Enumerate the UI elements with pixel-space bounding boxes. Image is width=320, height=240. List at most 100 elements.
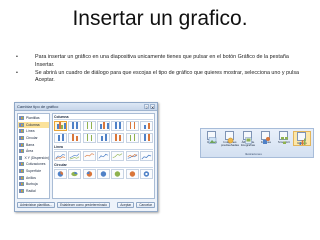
chart-thumbnail[interactable] [82,121,96,131]
bullet-marker: • [16,54,18,60]
chart-thumbnail[interactable] [125,150,139,161]
category-item-templates[interactable]: Plantillas [18,115,49,122]
ribbon-shapes-button[interactable]: Formas [257,131,275,144]
chart-thumbnail[interactable] [54,168,67,179]
category-label: Área [26,149,34,154]
chart-thumbnail[interactable] [97,168,110,179]
chart-icon [297,132,307,145]
column-chart-icon [19,122,24,127]
help-button[interactable]: ? [144,104,149,110]
clipart-icon [225,131,235,144]
bullet-text: Para insertar un gráfico en una diaposit… [35,54,289,68]
category-item-stock[interactable]: Cotizaciones [18,161,49,168]
category-label: Barra [26,142,35,147]
chart-thumbnail[interactable] [140,150,153,161]
chart-thumbnail[interactable] [111,168,125,179]
category-item-column[interactable]: Columna [18,121,49,129]
slide-title: Insertar un grafico. [72,7,248,30]
bullet-marker: • [16,69,18,76]
bubble-chart-icon [19,182,24,187]
category-label: Radial [26,188,36,193]
chart-thumbnail[interactable] [82,150,96,161]
close-button[interactable]: ✕ [150,104,155,110]
ok-button[interactable]: Aceptar [117,202,135,208]
line-chart-icon [19,129,24,134]
chart-type-gallery: Columna Línea Circular [52,113,155,199]
folder-icon [19,116,24,121]
category-item-pie[interactable]: Circular [18,135,49,142]
cancel-button[interactable]: Cancelar [136,202,155,208]
chart-thumbnail[interactable] [125,121,139,131]
chart-thumbnail[interactable] [68,132,82,143]
doughnut-chart-icon [19,175,24,180]
change-chart-type-dialog: Cambiar tipo de gráfico ? ✕ Plantillas C… [14,102,158,212]
category-label: Línea [26,129,35,134]
chart-thumbnail[interactable] [125,132,139,143]
pie-chart-icon [19,136,24,141]
surface-chart-icon [19,169,24,174]
category-label: Plantillas [26,116,40,121]
bullet-item: • Para insertar un gráfico en una diapos… [16,54,304,69]
ribbon-illustrations-group: Imagen Imágenes prediseñadas Álbum de fo… [200,128,314,158]
dialog-title: Cambiar tipo de gráfico [17,103,59,109]
chart-thumbnail[interactable] [68,121,82,131]
chart-thumbnail[interactable] [111,132,125,143]
chart-thumbnail[interactable] [140,132,153,143]
smartart-icon [279,131,289,144]
category-label: Anillos [26,175,36,180]
manage-templates-button[interactable]: Administrar plantillas... [17,202,56,208]
photo-album-icon [243,131,253,144]
category-item-bar[interactable]: Barra [18,141,49,148]
shapes-icon [261,131,271,144]
set-default-button[interactable]: Establecer como predeterminado [57,202,111,208]
category-item-line[interactable]: Línea [18,128,49,135]
category-item-surface[interactable]: Superficie [18,168,49,175]
category-label: Superficie [26,169,42,174]
chart-thumbnail[interactable] [125,168,139,179]
category-label: Burbuja [26,182,38,187]
area-chart-icon [19,149,24,154]
chart-thumbnail[interactable] [97,132,110,143]
ribbon-picture-button[interactable]: Imagen [203,131,221,144]
category-item-radar[interactable]: Radial [18,188,49,195]
chart-thumbnail[interactable] [68,168,82,179]
section-heading-line: Línea [54,145,153,150]
category-label: Circular [26,136,38,141]
category-label: X Y (Dispersión) [24,155,49,160]
chart-thumbnail[interactable] [97,121,110,131]
category-item-doughnut[interactable]: Anillos [18,174,49,181]
bar-chart-icon [19,142,24,147]
ribbon-group-label: Ilustraciones [245,152,262,156]
bullet-text: Se abrirá un cuadro de diálogo para que … [35,69,300,84]
section-heading-pie: Circular [54,163,153,168]
chart-category-list: Plantillas Columna Línea Circular Barra … [17,113,50,199]
chart-thumbnail[interactable] [97,150,110,161]
chart-thumbnail[interactable] [140,121,153,131]
picture-icon [207,131,217,144]
chart-thumbnail[interactable] [111,150,125,161]
stock-chart-icon [19,162,24,167]
ribbon-clipart-button[interactable]: Imágenes prediseñadas [221,131,239,148]
category-item-area[interactable]: Área [18,148,49,155]
chart-thumbnail[interactable] [54,121,67,131]
category-label: Columna [26,122,40,127]
chart-thumbnail[interactable] [111,121,125,131]
chart-thumbnail[interactable] [68,150,82,161]
chart-thumbnail[interactable] [82,132,96,143]
chart-thumbnail[interactable] [54,150,67,161]
radar-chart-icon [19,188,24,193]
category-label: Cotizaciones [26,162,46,167]
category-item-scatter[interactable]: X Y (Dispersión) [18,155,49,162]
chart-thumbnail[interactable] [54,132,67,143]
bullet-list: • Para insertar un gráfico en una diapos… [16,54,304,85]
bullet-item: • Se abrirá un cuadro de diálogo para qu… [16,70,304,85]
dialog-titlebar: Cambiar tipo de gráfico ? ✕ [15,103,157,111]
chart-thumbnail[interactable] [140,168,153,179]
section-heading-column: Columna [54,115,153,120]
ribbon-chart-button[interactable]: Gráfico [292,131,311,147]
scatter-chart-icon [19,155,23,160]
ribbon-smartart-button[interactable]: SmartArt [275,131,293,144]
category-item-bubble[interactable]: Burbuja [18,181,49,188]
chart-thumbnail[interactable] [82,168,96,179]
ribbon-photo-album-button[interactable]: Álbum de fotografías [239,131,257,148]
